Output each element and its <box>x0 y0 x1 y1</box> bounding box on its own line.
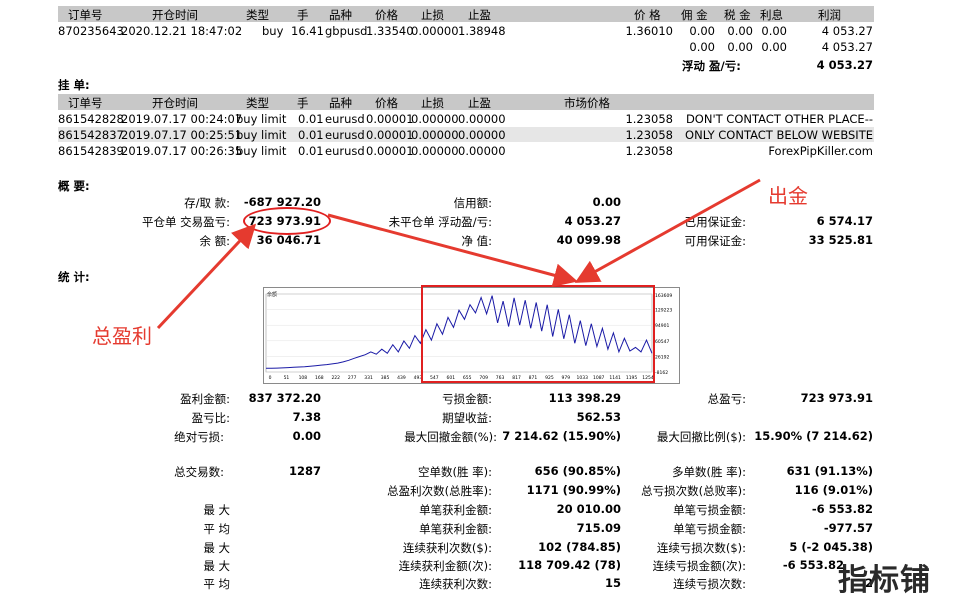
max-consec-label-b: 最 大 <box>203 559 230 573</box>
gross-loss-value: 113 398.29 <box>548 391 621 405</box>
largest-loss-label: 单笔亏损金额: <box>673 503 746 517</box>
largest-profit-value: 20 010.00 <box>556 502 621 516</box>
consec-profit-label: 连续获利金额(次): <box>398 559 492 573</box>
consec-wins-label: 连续获利次数($): <box>402 541 492 555</box>
long-label: 多单数(胜 率): <box>671 465 746 479</box>
loss-count-label: 总亏损次数(总败率): <box>641 484 746 498</box>
win-count-value: 1171 (90.99%) <box>526 483 621 497</box>
avg-consec-wins-value: 15 <box>604 576 621 590</box>
largest-profit-label: 单笔获利金额: <box>419 503 492 517</box>
consec-losses-label: 连续亏损次数($): <box>656 541 746 555</box>
total-trades-label: 总交易数: <box>174 465 224 479</box>
profit-factor-value: 7.38 <box>292 410 321 424</box>
watermark-logo: 指标铺 <box>838 563 931 598</box>
withdraw-annotation: 出金 <box>768 184 808 208</box>
gross-profit-label: 盈利金额: <box>180 392 230 406</box>
total-trades-value: 1287 <box>288 464 321 478</box>
abs-dd-label: 绝对亏损: <box>174 430 224 444</box>
avg-consec-losses-label: 连续亏损次数: <box>673 577 746 591</box>
abs-dd-value: 0.00 <box>292 429 321 443</box>
short-label: 空单数(胜 率): <box>417 465 492 479</box>
consec-profit-value: 118 709.42 (78) <box>518 558 621 572</box>
loss-count-value: 116 (9.01%) <box>794 483 873 497</box>
total-profit-annotation: 总盈利 <box>92 324 152 348</box>
avg-consec-label: 平 均 <box>203 577 230 591</box>
average-label: 平 均 <box>203 522 230 536</box>
rel-dd-label: 最大回撤比例($): <box>656 430 746 444</box>
arrow-to-withdrawals-2 <box>574 178 761 283</box>
largest-label: 最 大 <box>203 503 230 517</box>
avg-profit-label: 单笔获利金额: <box>419 522 492 536</box>
total-net-value: 723 973.91 <box>800 391 873 405</box>
short-value: 656 (90.85%) <box>534 464 621 478</box>
total-net-label: 总盈亏: <box>707 392 746 406</box>
avg-loss-label: 单笔亏损金额: <box>673 522 746 536</box>
consec-losses-value: 5 (-2 045.38) <box>789 540 873 554</box>
avg-profit-value: 715.09 <box>576 521 621 535</box>
max-dd-value: 7 214.62 (15.90%) <box>502 429 621 443</box>
win-count-label: 总盈利次数(总胜率): <box>387 484 492 498</box>
expected-label: 期望收益: <box>442 411 492 425</box>
expected-value: 562.53 <box>576 410 621 424</box>
largest-loss-value: -6 553.82 <box>811 502 873 516</box>
gross-loss-label: 亏损金额: <box>442 392 492 406</box>
max-dd-label: 最大回撤金额(%): <box>404 430 497 444</box>
arrow-to-total-profit <box>156 223 257 330</box>
gross-profit-value: 837 372.20 <box>248 391 321 405</box>
consec-loss-value: -6 553.82 <box>782 558 844 572</box>
avg-consec-wins-label: 连续获利次数: <box>419 577 492 591</box>
consec-loss-label: 连续亏损金额(次): <box>652 559 746 573</box>
rel-dd-value: 15.90% (7 214.62) <box>754 429 873 443</box>
arrow-to-withdrawals-1 <box>327 213 578 287</box>
avg-loss-value: -977.57 <box>823 521 873 535</box>
max-consec-label-a: 最 大 <box>203 541 230 555</box>
profit-factor-label: 盈亏比: <box>191 411 230 425</box>
long-value: 631 (91.13%) <box>786 464 873 478</box>
consec-wins-value: 102 (784.85) <box>538 540 621 554</box>
